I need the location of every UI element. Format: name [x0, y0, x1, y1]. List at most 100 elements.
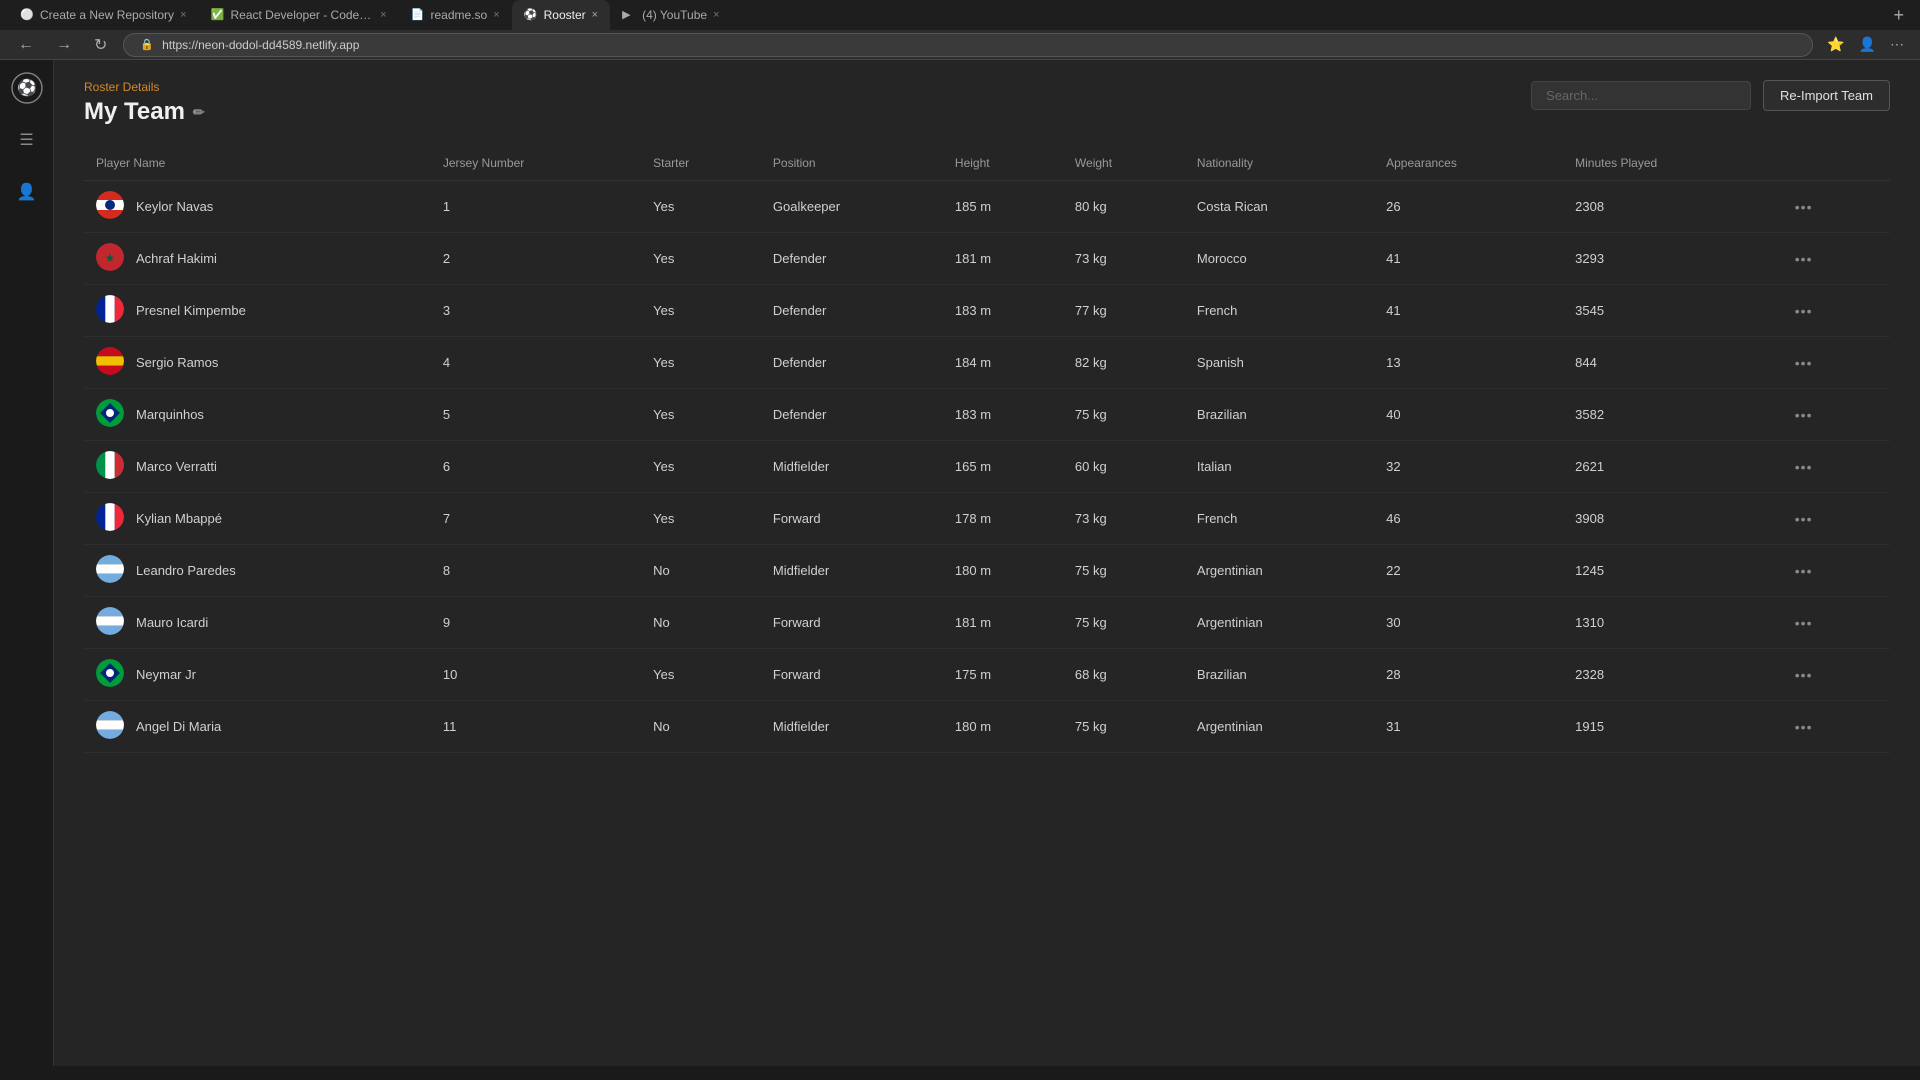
jersey-number-cell: 7: [431, 493, 641, 545]
forward-button[interactable]: →: [50, 34, 78, 56]
height-cell: 181 m: [943, 233, 1063, 285]
table-body: Keylor Navas 1 Yes Goalkeeper 185 m 80 k…: [84, 181, 1890, 753]
back-button[interactable]: ←: [12, 34, 40, 56]
app-logo: ⚽: [11, 72, 43, 104]
table-row: ★ Achraf Hakimi 2 Yes Defender 181 m 73 …: [84, 233, 1890, 285]
actions-cell: •••: [1775, 701, 1890, 753]
height-cell: 183 m: [943, 285, 1063, 337]
table-row: Presnel Kimpembe 3 Yes Defender 183 m 77…: [84, 285, 1890, 337]
starter-cell: Yes: [641, 285, 761, 337]
tab-favicon: ✅: [211, 8, 225, 22]
extension-icon[interactable]: ⭐: [1823, 32, 1848, 57]
tab-label: Rooster: [544, 8, 586, 22]
th-position: Position: [761, 146, 943, 181]
jersey-number-cell: 5: [431, 389, 641, 441]
nationality-cell: French: [1185, 493, 1374, 545]
profile-icon[interactable]: 👤: [1855, 32, 1880, 57]
actions-cell: •••: [1775, 597, 1890, 649]
tab-close-button[interactable]: ×: [180, 9, 186, 21]
player-flag: ★: [96, 243, 124, 274]
more-options-button[interactable]: •••: [1787, 665, 1821, 685]
tab-close-button[interactable]: ×: [493, 9, 499, 21]
player-flag: [96, 607, 124, 638]
more-options-button[interactable]: •••: [1787, 353, 1821, 373]
menu-icon[interactable]: ☰: [13, 124, 39, 156]
more-options-button[interactable]: •••: [1787, 197, 1821, 217]
edit-icon[interactable]: ✏: [193, 104, 205, 121]
tab-close-button[interactable]: ×: [713, 9, 719, 21]
more-options-button[interactable]: •••: [1787, 509, 1821, 529]
appearances-cell: 22: [1374, 545, 1563, 597]
tab-tab2[interactable]: ✅ React Developer - Code Challen... ×: [199, 0, 399, 30]
player-name: Mauro Icardi: [136, 615, 208, 630]
tab-tab1[interactable]: ⚪ Create a New Repository ×: [8, 0, 199, 30]
actions-cell: •••: [1775, 649, 1890, 701]
height-cell: 183 m: [943, 389, 1063, 441]
weight-cell: 80 kg: [1063, 181, 1185, 233]
player-name: Achraf Hakimi: [136, 251, 217, 266]
tab-label: React Developer - Code Challen...: [231, 8, 375, 22]
tab-label: Create a New Repository: [40, 8, 174, 22]
table-row: Mauro Icardi 9 No Forward 181 m 75 kg Ar…: [84, 597, 1890, 649]
nationality-cell: Argentinian: [1185, 701, 1374, 753]
tab-close-button[interactable]: ×: [592, 9, 598, 21]
search-input[interactable]: [1531, 81, 1751, 110]
appearances-cell: 26: [1374, 181, 1563, 233]
tab-favicon: ⚽: [524, 8, 538, 22]
player-flag: [96, 711, 124, 742]
player-name: Presnel Kimpembe: [136, 303, 246, 318]
nav-bar: ← → ↻ 🔒 https://neon-dodol-dd4589.netlif…: [0, 30, 1920, 60]
tab-tab4[interactable]: ⚽ Rooster ×: [512, 0, 610, 30]
player-name: Angel Di Maria: [136, 719, 221, 734]
player-flag: [96, 555, 124, 586]
more-options-button[interactable]: •••: [1787, 613, 1821, 633]
th-weight: Weight: [1063, 146, 1185, 181]
nationality-cell: Spanish: [1185, 337, 1374, 389]
more-options-button[interactable]: •••: [1787, 717, 1821, 737]
tab-tab5[interactable]: ▶ (4) YouTube ×: [610, 0, 731, 30]
th-nationality: Nationality: [1185, 146, 1374, 181]
minutes-played-cell: 2308: [1563, 181, 1775, 233]
weight-cell: 60 kg: [1063, 441, 1185, 493]
sidebar: ⚽ ☰ 👤: [0, 60, 54, 1066]
player-name-cell: Sergio Ramos: [84, 337, 431, 389]
more-options-button[interactable]: •••: [1787, 249, 1821, 269]
tab-tab3[interactable]: 📄 readme.so ×: [399, 0, 512, 30]
position-cell: Defender: [761, 285, 943, 337]
th-appearances: Appearances: [1374, 146, 1563, 181]
position-cell: Forward: [761, 649, 943, 701]
more-options-button[interactable]: •••: [1787, 405, 1821, 425]
table-header: Player NameJersey NumberStarterPositionH…: [84, 146, 1890, 181]
player-flag: [96, 191, 124, 222]
weight-cell: 75 kg: [1063, 545, 1185, 597]
player-name: Marco Verratti: [136, 459, 217, 474]
address-bar[interactable]: 🔒 https://neon-dodol-dd4589.netlify.app: [123, 33, 1813, 57]
reload-button[interactable]: ↻: [88, 33, 113, 57]
minutes-played-cell: 1915: [1563, 701, 1775, 753]
more-options-button[interactable]: •••: [1787, 457, 1821, 477]
appearances-cell: 32: [1374, 441, 1563, 493]
player-name: Sergio Ramos: [136, 355, 218, 370]
svg-text:⚽: ⚽: [16, 78, 37, 97]
minutes-played-cell: 3908: [1563, 493, 1775, 545]
table-row: Keylor Navas 1 Yes Goalkeeper 185 m 80 k…: [84, 181, 1890, 233]
reimport-button[interactable]: Re-Import Team: [1763, 80, 1890, 111]
app-container: ⚽ ☰ 👤 Roster Details My Team ✏ Re-Import…: [0, 60, 1920, 1066]
svg-text:★: ★: [105, 251, 116, 265]
starter-cell: Yes: [641, 649, 761, 701]
address-text: https://neon-dodol-dd4589.netlify.app: [162, 38, 359, 52]
starter-cell: Yes: [641, 493, 761, 545]
player-name-cell: Angel Di Maria: [84, 701, 431, 753]
new-tab-button[interactable]: +: [1885, 5, 1912, 26]
header-left: Roster Details My Team ✏: [84, 80, 205, 126]
starter-cell: Yes: [641, 389, 761, 441]
tab-close-button[interactable]: ×: [380, 9, 386, 21]
more-options-button[interactable]: •••: [1787, 301, 1821, 321]
header-right: Re-Import Team: [1531, 80, 1890, 111]
more-options-button[interactable]: •••: [1787, 561, 1821, 581]
actions-cell: •••: [1775, 233, 1890, 285]
player-name-cell: Marco Verratti: [84, 441, 431, 493]
position-cell: Midfielder: [761, 545, 943, 597]
users-icon[interactable]: 👤: [11, 176, 43, 208]
settings-icon[interactable]: ⋯: [1886, 32, 1908, 57]
